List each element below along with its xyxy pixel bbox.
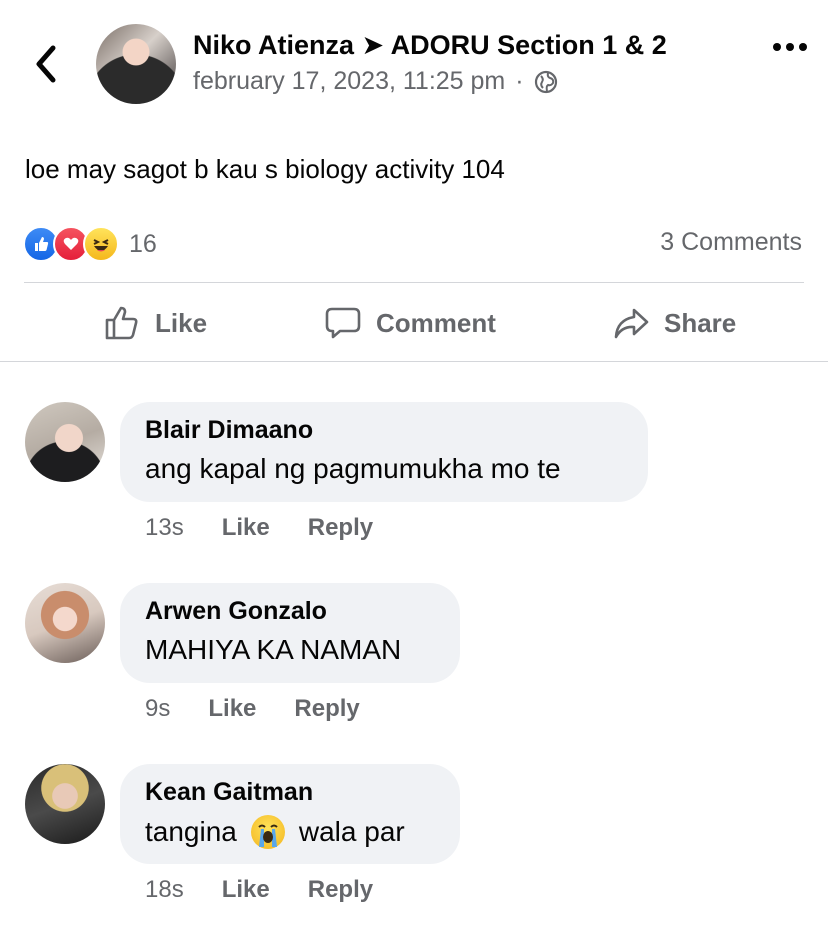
comment-text: MAHIYA KA NAMAN — [145, 634, 402, 665]
comment-like-button[interactable]: Like — [222, 876, 270, 904]
comment-meta: 18s Like Reply — [145, 876, 373, 904]
post-timestamp[interactable]: february 17, 2023, 11:25 pm — [193, 67, 505, 96]
group-name[interactable]: ADORU Section 1 & 2 — [391, 30, 667, 60]
commenter-name[interactable]: Kean Gaitman — [145, 778, 436, 807]
divider — [24, 282, 804, 283]
comment-button[interactable]: Comment — [324, 300, 496, 346]
more-options-button[interactable] — [770, 30, 810, 64]
share-button-label: Share — [664, 307, 737, 338]
comment-reply-button[interactable]: Reply — [308, 514, 373, 542]
author-name[interactable]: Niko Atienza — [193, 30, 354, 60]
comment-time[interactable]: 9s — [145, 695, 170, 723]
comment-reply-button[interactable]: Reply — [294, 695, 359, 723]
post-header-title: Niko Atienza ➤ ADORU Section 1 & 2 — [193, 30, 667, 61]
comment-time[interactable]: 13s — [145, 514, 184, 542]
commenter-name[interactable]: Blair Dimaano — [145, 416, 624, 445]
commenter-avatar[interactable] — [25, 402, 105, 482]
like-button-label: Like — [155, 307, 208, 338]
haha-reaction-icon — [83, 226, 119, 262]
comment-reply-button[interactable]: Reply — [308, 876, 373, 904]
divider — [0, 361, 828, 362]
comment-like-button[interactable]: Like — [208, 695, 256, 723]
commenter-avatar[interactable] — [25, 583, 105, 663]
commenter-avatar[interactable] — [25, 764, 105, 844]
meta-separator: · — [515, 67, 524, 95]
comment-bubble[interactable]: Blair Dimaano ang kapal ng pagmumukha mo… — [120, 402, 648, 502]
post-meta: february 17, 2023, 11:25 pm · — [193, 67, 558, 96]
post-body-text: loe may sagot b kau s biology activity 1… — [25, 154, 505, 184]
arrow-icon: ➤ — [361, 30, 385, 60]
comment-time[interactable]: 18s — [145, 876, 184, 904]
chevron-left-icon — [36, 45, 56, 83]
author-avatar[interactable] — [96, 24, 176, 104]
share-button[interactable]: Share — [612, 300, 736, 346]
speech-bubble-icon — [325, 307, 361, 339]
comment-meta: 9s Like Reply — [145, 695, 360, 723]
more-dots-icon — [773, 43, 807, 51]
reaction-count: 16 — [129, 229, 157, 258]
comment-bubble[interactable]: Arwen Gonzalo MAHIYA KA NAMAN — [120, 583, 460, 683]
globe-icon — [534, 70, 557, 93]
comment-meta: 13s Like Reply — [145, 514, 373, 542]
comment-bubble[interactable]: Kean Gaitman tangina wala par — [120, 764, 460, 864]
comment-text: ang kapal ng pagmumukha mo te — [145, 453, 561, 484]
comments-count-link[interactable]: 3 Comments — [660, 228, 802, 257]
comment-text-part: tangina — [145, 816, 237, 847]
comment-text: tangina wala par — [145, 815, 436, 849]
back-button[interactable] — [22, 40, 70, 88]
thumbs-up-icon — [105, 306, 138, 340]
loudly-crying-face-emoji — [250, 815, 285, 849]
comment-like-button[interactable]: Like — [222, 514, 270, 542]
like-button[interactable]: Like — [103, 300, 207, 346]
share-arrow-icon — [614, 308, 649, 339]
comment-button-label: Comment — [376, 307, 496, 338]
comment-text-part: wala par — [298, 816, 405, 847]
reaction-summary[interactable]: 16 — [23, 226, 157, 262]
commenter-name[interactable]: Arwen Gonzalo — [145, 597, 436, 626]
